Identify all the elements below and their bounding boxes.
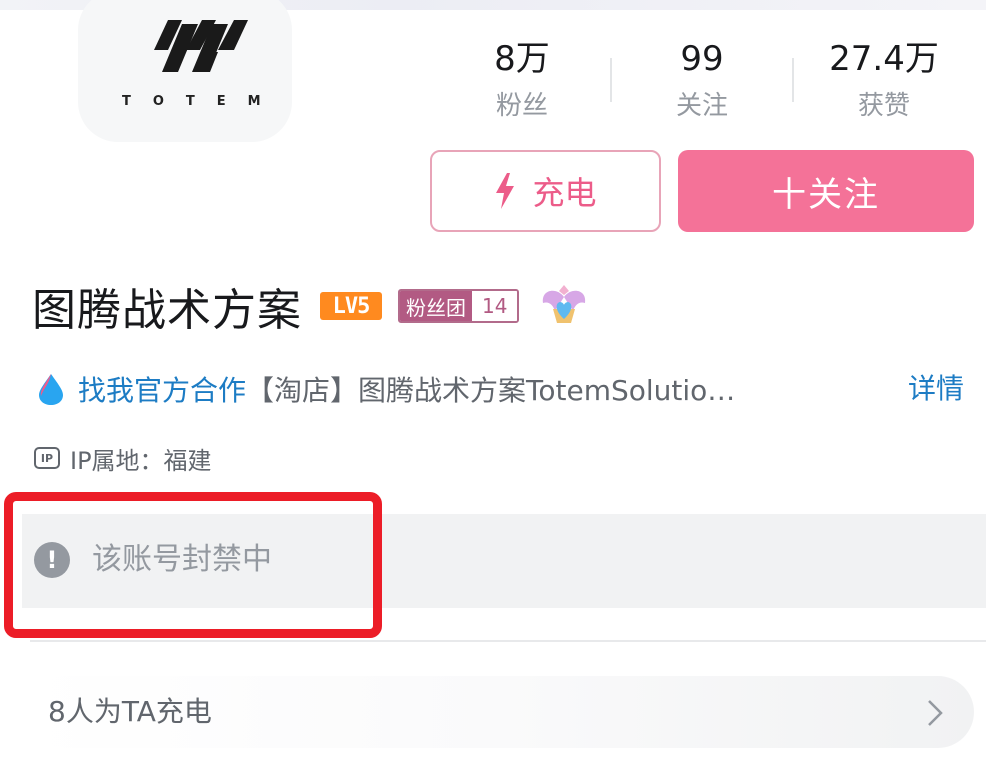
winged-heart-medal-icon[interactable] (539, 283, 589, 329)
chevron-right-icon (928, 700, 943, 726)
droplet-icon (39, 374, 63, 405)
stat-following-label: 关注 (675, 91, 728, 121)
charge-summary-text: 8人为TA充电 (48, 695, 212, 728)
fan-group-badge[interactable]: 粉丝团 14 (398, 289, 520, 323)
totem-logo-icon (154, 20, 248, 72)
logo-wordmark: TOTEM (122, 94, 283, 109)
stats-panel: 8万 粉丝 99 关注 27.4万 获赞 (430, 36, 970, 126)
lightning-icon (496, 173, 515, 209)
divider (30, 640, 986, 642)
stat-fans-label: 粉丝 (495, 91, 548, 121)
stat-divider (792, 58, 794, 102)
stat-likes-label: 获赞 (857, 91, 910, 121)
ip-location-text: IP属地：福建 (70, 446, 212, 475)
stat-divider (610, 58, 612, 102)
fan-group-level: 14 (472, 291, 518, 321)
level-badge: LV5 (320, 292, 382, 320)
stat-fans-value: 8万 (494, 39, 550, 79)
description-row[interactable]: 找我官方合作 【淘店】图腾战术方案TotemSolutio… 详情 (36, 366, 976, 412)
description-text: 【淘店】图腾战术方案TotemSolutio… (246, 374, 736, 407)
profile-name: 图腾战术方案 (32, 285, 302, 336)
stat-fans[interactable]: 8万 粉丝 (442, 36, 602, 126)
official-cooperation-link[interactable]: 找我官方合作 (78, 369, 246, 409)
avatar[interactable]: TOTEM (78, 0, 292, 142)
fan-group-name: 粉丝团 (400, 291, 472, 321)
stat-following[interactable]: 99 关注 (622, 36, 782, 126)
description-detail-link[interactable]: 详情 (908, 366, 964, 412)
stat-likes[interactable]: 27.4万 获赞 (804, 36, 964, 126)
follow-button[interactable]: 十关注 (678, 150, 974, 232)
ip-icon: IP (34, 447, 60, 469)
charge-button-label: 充电 (532, 174, 597, 212)
stat-following-value: 99 (680, 39, 724, 79)
profile-name-row: 图腾战术方案 LV5 粉丝团 14 (32, 276, 589, 336)
charge-summary-row[interactable]: 8人为TA充电 (28, 676, 974, 748)
follow-button-label: 十关注 (772, 174, 880, 215)
ip-location-row: IP IP属地：福建 (34, 440, 212, 476)
stat-likes-value: 27.4万 (829, 39, 939, 79)
charge-button[interactable]: 充电 (430, 150, 661, 232)
red-highlight-box (4, 492, 382, 638)
